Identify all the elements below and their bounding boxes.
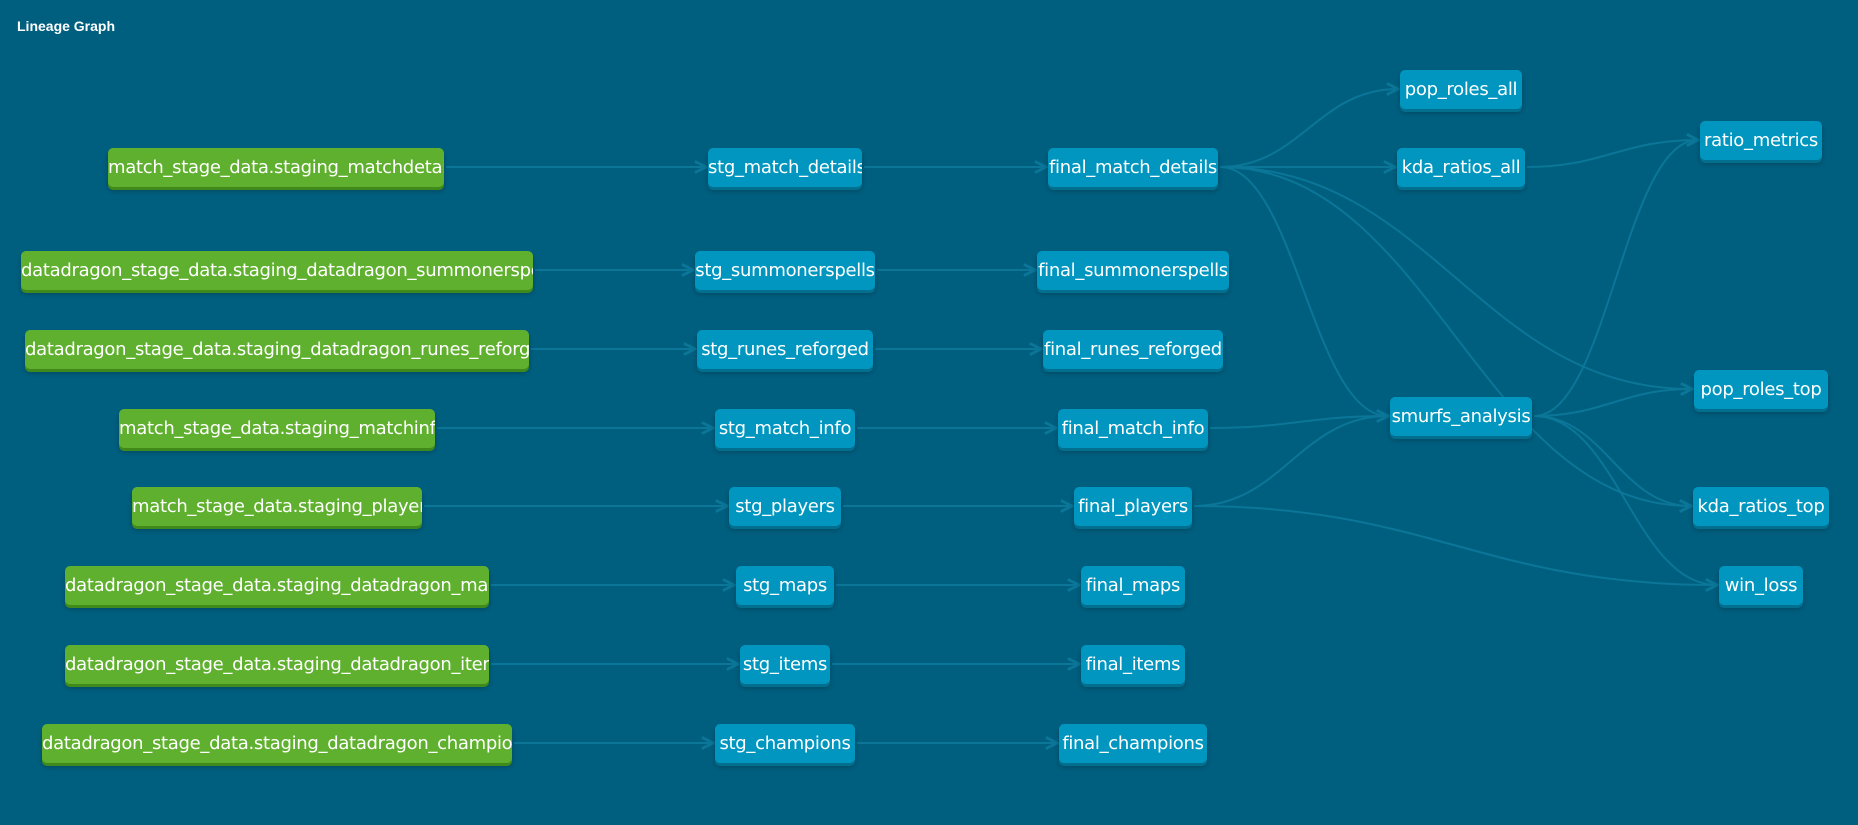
node-stg-players[interactable]: stg_players: [729, 486, 841, 526]
node-src-matchdetails[interactable]: match_stage_data.staging_matchdetails: [108, 147, 444, 187]
edge-final-players-to-smurfs-analysis: [1193, 416, 1388, 507]
node-ratio-metrics[interactable]: ratio_metrics: [1700, 120, 1822, 160]
node-src-runes[interactable]: datadragon_stage_data.staging_datadragon…: [25, 329, 529, 369]
node-stg-match-info[interactable]: stg_match_info: [715, 408, 855, 448]
edge-final-players-to-win-loss: [1193, 505, 1717, 585]
edge-smurfs-analysis-to-ratio-metrics: [1533, 140, 1698, 417]
node-stg-match-details[interactable]: stg_match_details: [708, 147, 862, 187]
node-pop-roles-all[interactable]: pop_roles_all: [1400, 69, 1522, 109]
node-kda-ratios-all[interactable]: kda_ratios_all: [1397, 147, 1525, 187]
edge-final-match-details-to-kda-ratios-top: [1219, 166, 1691, 506]
page-title: Lineage Graph: [17, 18, 116, 34]
edge-smurfs-analysis-to-kda-ratios-top: [1533, 415, 1691, 506]
node-src-summonerspells[interactable]: datadragon_stage_data.staging_datadragon…: [21, 250, 533, 290]
node-win-loss[interactable]: win_loss: [1719, 565, 1803, 605]
node-src-matchinfo[interactable]: match_stage_data.staging_matchinfo: [119, 408, 435, 448]
edge-final-match-details-to-pop-roles-top: [1219, 166, 1692, 389]
node-kda-ratios-top[interactable]: kda_ratios_top: [1693, 486, 1829, 526]
node-stg-champions[interactable]: stg_champions: [715, 723, 855, 763]
node-final-match-info[interactable]: final_match_info: [1058, 408, 1208, 448]
edge-smurfs-analysis-to-pop-roles-top: [1533, 389, 1692, 417]
node-stg-items[interactable]: stg_items: [740, 644, 830, 684]
node-src-items[interactable]: datadragon_stage_data.staging_datadragon…: [65, 644, 489, 684]
node-src-players[interactable]: match_stage_data.staging_players: [132, 486, 422, 526]
node-src-maps[interactable]: datadragon_stage_data.staging_datadragon…: [65, 565, 489, 605]
node-src-champions[interactable]: datadragon_stage_data.staging_datadragon…: [42, 723, 512, 763]
node-final-match-details[interactable]: final_match_details: [1048, 147, 1218, 187]
node-smurfs-analysis[interactable]: smurfs_analysis: [1390, 396, 1532, 436]
node-final-items[interactable]: final_items: [1081, 644, 1185, 684]
node-final-runes-reforged[interactable]: final_runes_reforged: [1043, 329, 1223, 369]
node-final-players[interactable]: final_players: [1074, 486, 1192, 526]
node-final-summonerspells[interactable]: final_summonerspells: [1037, 250, 1229, 290]
node-stg-summonerspells[interactable]: stg_summonerspells: [695, 250, 875, 290]
node-stg-runes-reforged[interactable]: stg_runes_reforged: [697, 329, 873, 369]
edge-smurfs-analysis-to-win-loss: [1533, 415, 1717, 585]
node-pop-roles-top[interactable]: pop_roles_top: [1694, 369, 1828, 409]
edge-kda-ratios-all-to-ratio-metrics: [1526, 140, 1698, 168]
node-final-maps[interactable]: final_maps: [1081, 565, 1185, 605]
node-final-champions[interactable]: final_champions: [1059, 723, 1207, 763]
edge-final-match-details-to-pop-roles-all: [1219, 89, 1398, 168]
edge-final-match-info-to-smurfs-analysis: [1209, 416, 1388, 429]
edge-final-match-details-to-smurfs-analysis: [1219, 166, 1388, 416]
node-stg-maps[interactable]: stg_maps: [736, 565, 834, 605]
